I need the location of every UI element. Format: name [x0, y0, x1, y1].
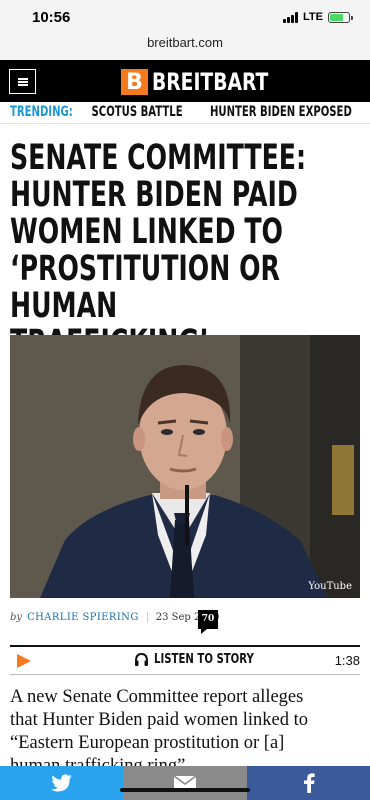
comment-count-button[interactable]: 70	[198, 610, 218, 634]
article-body: A new Senate Committee report alleges th…	[10, 686, 368, 766]
battery-icon	[328, 11, 353, 23]
author-link[interactable]: CHARLIE SPIERING	[27, 612, 139, 623]
share-bar	[0, 766, 370, 800]
trending-label: TRENDING:	[10, 104, 73, 120]
photo-illustration	[10, 335, 360, 598]
headline-line: WOMEN LINKED TO	[10, 212, 283, 252]
logo-mark: B	[121, 69, 148, 95]
body-line: A new Senate Committee report alleges	[10, 687, 304, 707]
article-headline: SENATE COMMITTEE: HUNTER BIDEN PAID WOME…	[10, 140, 348, 362]
url-text: breitbart.com	[147, 35, 223, 50]
battery-level	[330, 13, 343, 21]
signal-icon	[283, 11, 299, 23]
network-type: LTE	[303, 11, 323, 23]
facebook-icon	[303, 773, 315, 793]
site-header: B BREITBART	[0, 60, 370, 102]
byline-prefix: by	[10, 612, 23, 623]
article-image[interactable]: YouTube	[10, 335, 360, 598]
share-twitter-button[interactable]	[0, 766, 123, 800]
listen-to-story-button[interactable]: LISTEN TO STORY	[134, 652, 282, 667]
comment-count: 70	[201, 614, 215, 624]
site-logo[interactable]: B BREITBART	[121, 68, 301, 96]
body-line: human trafficking ring”	[10, 756, 186, 766]
trending-bar: TRENDING: SCOTUS BATTLE HUNTER BIDEN EXP…	[0, 102, 370, 124]
home-indicator[interactable]	[120, 788, 250, 792]
address-bar[interactable]: breitbart.com	[0, 34, 370, 60]
trending-item-hunter-biden[interactable]: HUNTER BIDEN EXPOSED	[210, 102, 352, 122]
menu-button[interactable]	[9, 69, 36, 94]
twitter-icon	[50, 774, 72, 792]
byline: by CHARLIE SPIERING 23 Sep 2020	[10, 612, 229, 623]
trending-item-scotus[interactable]: SCOTUS BATTLE	[92, 102, 183, 122]
play-icon[interactable]	[17, 654, 31, 668]
hamburger-menu-icon	[17, 77, 28, 86]
status-time: 10:56	[32, 9, 71, 26]
audio-duration: 1:38	[334, 653, 360, 668]
headphones-icon	[135, 652, 148, 666]
headline-line: ‘PROSTITUTION OR HUMAN	[10, 249, 280, 326]
share-email-button[interactable]	[123, 766, 247, 800]
body-line: “Eastern European prostitution or [a]	[10, 733, 285, 753]
body-line: that Hunter Biden paid women linked to	[10, 710, 308, 730]
share-facebook-button[interactable]	[247, 766, 370, 800]
headline-line: SENATE COMMITTEE:	[10, 138, 307, 178]
image-credit: YouTube	[308, 581, 352, 592]
status-bar: 10:56 LTE	[0, 0, 370, 34]
audio-player: LISTEN TO STORY 1:38	[10, 645, 360, 675]
status-indicators: LTE	[283, 11, 353, 23]
headline-line: HUNTER BIDEN PAID	[10, 175, 298, 215]
logo-text: BREITBART	[152, 68, 269, 96]
listen-label: LISTEN TO STORY	[154, 652, 254, 667]
